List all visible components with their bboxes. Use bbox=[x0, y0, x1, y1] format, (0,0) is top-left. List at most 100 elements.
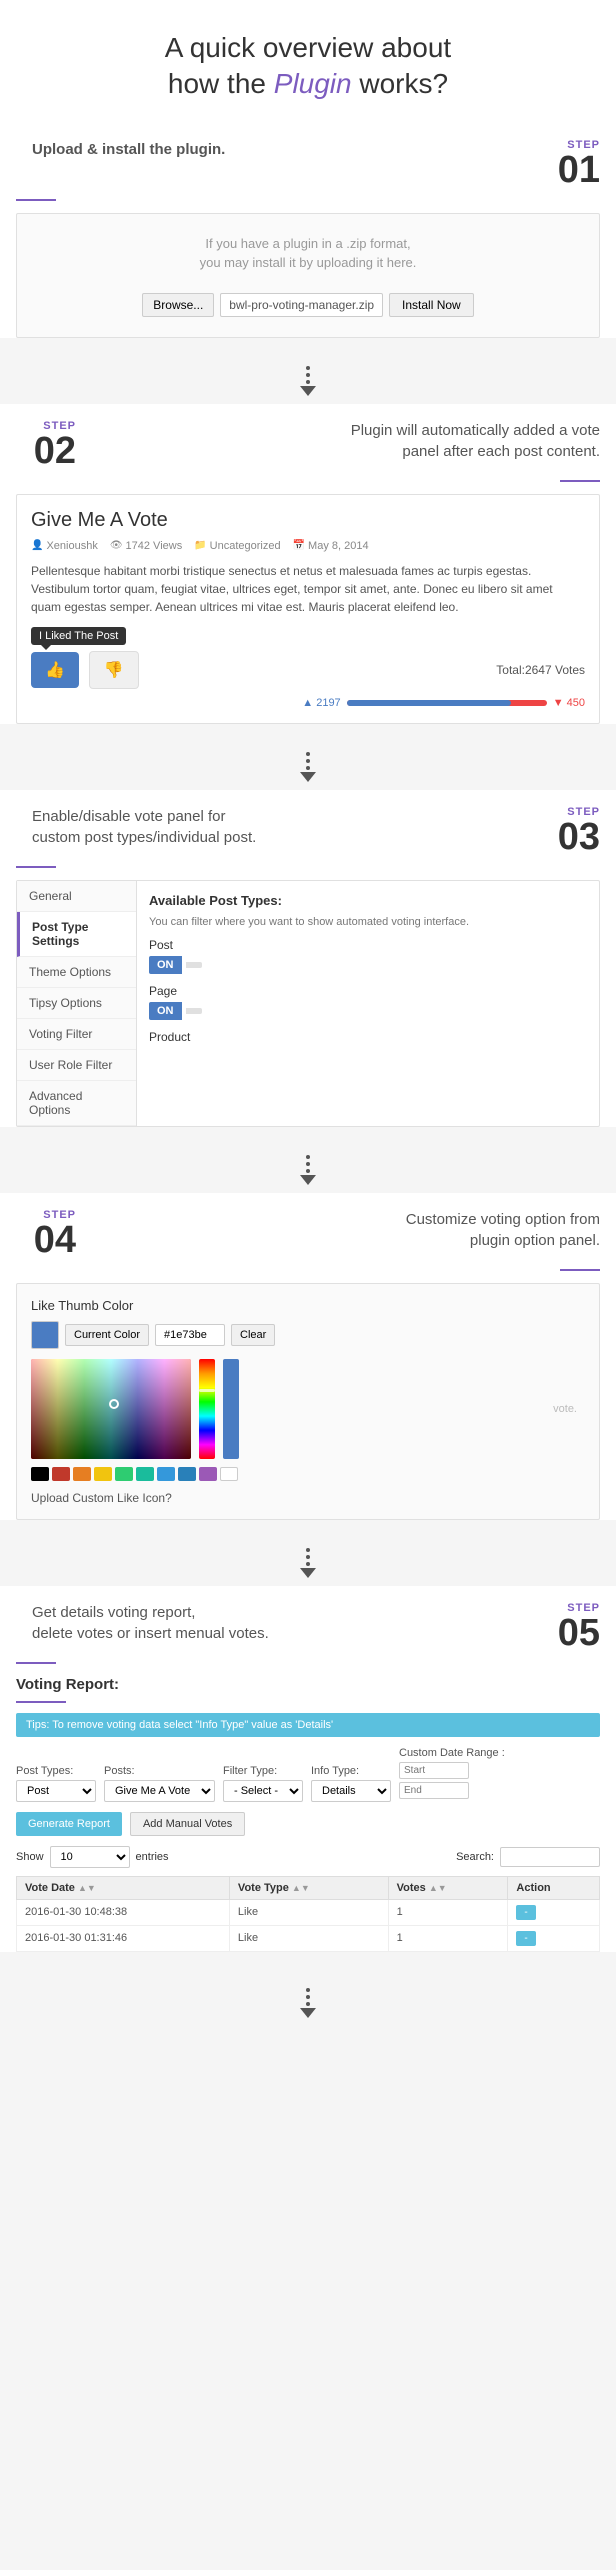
color-section-title: Like Thumb Color bbox=[31, 1298, 585, 1313]
step-02-demo: Give Me A Vote 👤Xenioushk 👁1742 Views 📁U… bbox=[16, 494, 600, 724]
report-title-underline bbox=[16, 1701, 66, 1703]
filter-col-filter-type: Filter Type: - Select - bbox=[223, 1765, 303, 1802]
arrow-1 bbox=[0, 358, 616, 404]
toggle-post-on[interactable]: ON bbox=[149, 956, 182, 974]
step-03-header: Enable/disable vote panel for custom pos… bbox=[0, 790, 616, 866]
step-01-underline bbox=[16, 199, 56, 201]
demo-post-title: Give Me A Vote bbox=[31, 509, 585, 532]
page-title: A quick overview about how the Plugin wo… bbox=[20, 30, 596, 103]
vote-bar-like bbox=[347, 700, 511, 706]
settings-main-title: Available Post Types: bbox=[149, 893, 587, 908]
palette-black[interactable] bbox=[31, 1467, 49, 1481]
palette-orange[interactable] bbox=[73, 1467, 91, 1481]
info-type-select[interactable]: Details bbox=[311, 1780, 391, 1802]
table-search-input[interactable] bbox=[500, 1847, 600, 1867]
opacity-slider[interactable] bbox=[223, 1359, 239, 1459]
file-name-display: bwl-pro-voting-manager.zip bbox=[220, 293, 383, 317]
show-entries-row: Show 10 25 entries Search: bbox=[16, 1846, 600, 1868]
step-01-header: Upload & install the plugin. STEP 01 bbox=[0, 123, 616, 199]
settings-sidebar: General Post Type Settings Theme Options… bbox=[17, 881, 137, 1126]
clear-button[interactable]: Clear bbox=[231, 1324, 275, 1346]
palette-teal[interactable] bbox=[136, 1467, 154, 1481]
step-02-description: Plugin will automatically added a vote p… bbox=[76, 420, 600, 462]
palette-yellow[interactable] bbox=[94, 1467, 112, 1481]
settings-main: Available Post Types: You can filter whe… bbox=[137, 881, 599, 1126]
sidebar-item-advanced[interactable]: Advanced Options bbox=[17, 1081, 136, 1126]
date-start-input[interactable] bbox=[399, 1762, 469, 1779]
arrow-5 bbox=[0, 1972, 616, 2034]
color-picker-canvas[interactable] bbox=[31, 1359, 191, 1459]
table-row: 2016-01-30 01:31:46 Like 1 - bbox=[17, 1925, 600, 1951]
delete-row-2-button[interactable]: - bbox=[516, 1931, 535, 1946]
demo-post-content: Pellentesque habitant morbi tristique se… bbox=[31, 562, 585, 616]
palette-purple[interactable] bbox=[199, 1467, 217, 1481]
browse-button[interactable]: Browse... bbox=[142, 293, 214, 317]
settings-main-hint: You can filter where you want to show au… bbox=[149, 916, 587, 928]
col-vote-date[interactable]: Vote Date ▲▼ bbox=[17, 1876, 230, 1899]
generate-report-button[interactable]: Generate Report bbox=[16, 1812, 122, 1836]
info-banner: Tips: To remove voting data select "Info… bbox=[16, 1713, 600, 1737]
palette-white[interactable] bbox=[220, 1467, 238, 1481]
install-now-button[interactable]: Install Now bbox=[389, 293, 474, 317]
color-hex-input[interactable] bbox=[155, 1324, 225, 1346]
step-05-section: Get details voting report, delete votes … bbox=[0, 1586, 616, 1952]
step-03-demo: General Post Type Settings Theme Options… bbox=[16, 880, 600, 1127]
arrow-3 bbox=[0, 1147, 616, 1193]
sidebar-item-post-type[interactable]: Post Type Settings bbox=[17, 912, 136, 957]
dislike-count: ▼ 450 bbox=[553, 697, 585, 709]
step-01-description: Upload & install the plugin. bbox=[16, 139, 540, 160]
sidebar-item-user-role[interactable]: User Role Filter bbox=[17, 1050, 136, 1081]
toggle-page-on[interactable]: ON bbox=[149, 1002, 182, 1020]
dislike-button[interactable]: 👎 bbox=[89, 651, 139, 689]
toggle-post-off bbox=[186, 962, 202, 968]
sidebar-item-tipsy[interactable]: Tipsy Options bbox=[17, 988, 136, 1019]
filter-col-date-range: Custom Date Range : bbox=[399, 1747, 505, 1802]
entries-select[interactable]: 10 25 bbox=[50, 1846, 130, 1868]
tooltip-badge: I Liked The Post bbox=[31, 627, 126, 645]
palette-blue[interactable] bbox=[157, 1467, 175, 1481]
step-01-number: STEP 01 bbox=[540, 139, 600, 189]
col-votes[interactable]: Votes ▲▼ bbox=[388, 1876, 508, 1899]
step-03-description: Enable/disable vote panel for custom pos… bbox=[16, 806, 540, 848]
color-picker-cursor bbox=[109, 1399, 119, 1409]
step-01-section: Upload & install the plugin. STEP 01 If … bbox=[0, 123, 616, 338]
color-swatch bbox=[31, 1321, 59, 1349]
col-action: Action bbox=[508, 1876, 600, 1899]
post-types-select[interactable]: Post bbox=[16, 1780, 96, 1802]
vote-bar-row: ▲ 2197 ▼ 450 bbox=[31, 697, 585, 709]
palette-green[interactable] bbox=[115, 1467, 133, 1481]
filter-col-posts: Posts: Give Me A Vote bbox=[104, 1765, 215, 1802]
like-button[interactable]: 👍 bbox=[31, 652, 79, 688]
table-row: 2016-01-30 10:48:38 Like 1 - bbox=[17, 1899, 600, 1925]
col-vote-type[interactable]: Vote Type ▲▼ bbox=[229, 1876, 388, 1899]
filter-type-select[interactable]: - Select - bbox=[223, 1780, 303, 1802]
page-wrapper: A quick overview about how the Plugin wo… bbox=[0, 0, 616, 2034]
step-05-header: Get details voting report, delete votes … bbox=[0, 1586, 616, 1662]
delete-row-1-button[interactable]: - bbox=[516, 1905, 535, 1920]
date-end-input[interactable] bbox=[399, 1782, 469, 1799]
filter-col-info-type: Info Type: Details bbox=[311, 1765, 391, 1802]
sidebar-item-voting[interactable]: Voting Filter bbox=[17, 1019, 136, 1050]
step-01-hint: If you have a plugin in a .zip format, y… bbox=[37, 234, 579, 273]
palette-red[interactable] bbox=[52, 1467, 70, 1481]
vote-buttons-row: 👍 👎 Total:2647 Votes bbox=[31, 651, 585, 689]
action-buttons-row: Generate Report Add Manual Votes bbox=[16, 1812, 600, 1836]
voting-report-title: Voting Report: bbox=[16, 1676, 600, 1693]
palette-darkblue[interactable] bbox=[178, 1467, 196, 1481]
color-picker-row: Current Color Clear bbox=[31, 1321, 585, 1349]
arrow-4 bbox=[0, 1540, 616, 1586]
sidebar-item-theme[interactable]: Theme Options bbox=[17, 957, 136, 988]
header-section: A quick overview about how the Plugin wo… bbox=[0, 0, 616, 123]
upload-icon-label: Upload Custom Like Icon? bbox=[31, 1491, 585, 1505]
toggle-page-off bbox=[186, 1008, 202, 1014]
color-slider-vertical[interactable] bbox=[199, 1359, 215, 1459]
vote-total: Total:2647 Votes bbox=[496, 663, 585, 677]
add-manual-votes-button[interactable]: Add Manual Votes bbox=[130, 1812, 245, 1836]
step-04-underline bbox=[560, 1269, 600, 1271]
post-type-row-page: Page ON bbox=[149, 984, 587, 1020]
step-04-header: STEP 04 Customize voting option from plu… bbox=[0, 1193, 616, 1269]
sidebar-item-general[interactable]: General bbox=[17, 881, 136, 912]
vote-bar bbox=[347, 700, 547, 706]
current-color-button[interactable]: Current Color bbox=[65, 1324, 149, 1346]
posts-select[interactable]: Give Me A Vote bbox=[104, 1780, 215, 1802]
